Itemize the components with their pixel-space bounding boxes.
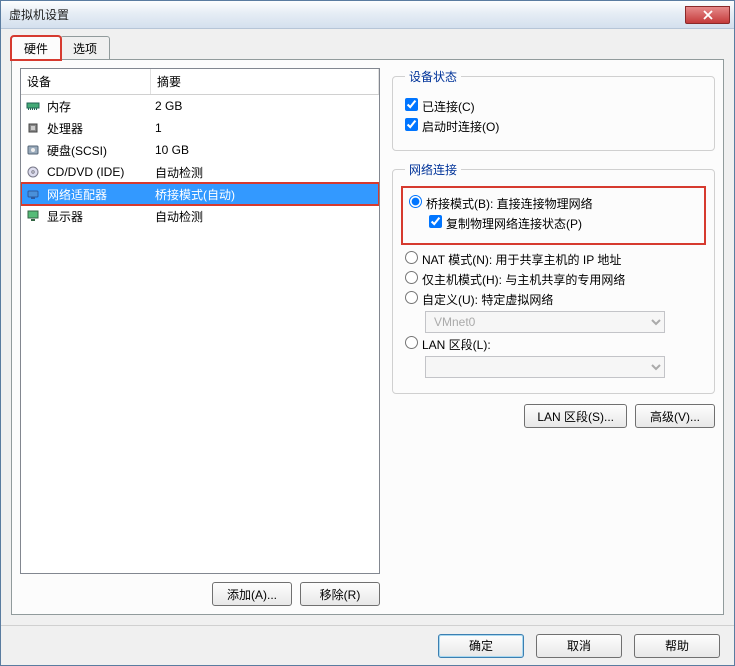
memory-icon	[25, 99, 41, 113]
lansegment-radio-label[interactable]: LAN 区段(L):	[405, 336, 491, 353]
network-connection-group: 网络连接 桥接模式(B): 直接连接物理网络 复制物理网络连接状态(P) NAT…	[392, 161, 715, 394]
device-row[interactable]: 显示器自动检测	[21, 205, 379, 227]
device-row[interactable]: 内存2 GB	[21, 95, 379, 117]
lansegment-select[interactable]	[425, 356, 665, 378]
tab-options[interactable]: 选项	[60, 36, 110, 60]
device-name: 显示器	[47, 208, 155, 225]
disk-icon	[25, 143, 41, 157]
advanced-button[interactable]: 高级(V)...	[635, 404, 715, 428]
header-device: 设备	[21, 69, 151, 94]
vmnet-select[interactable]: VMnet0	[425, 311, 665, 333]
close-icon	[703, 10, 713, 20]
remove-button[interactable]: 移除(R)	[300, 582, 380, 606]
display-icon	[25, 209, 41, 223]
device-row[interactable]: CD/DVD (IDE)自动检测	[21, 161, 379, 183]
device-summary: 10 GB	[155, 143, 375, 157]
network-extra-buttons: LAN 区段(S)... 高级(V)...	[392, 404, 715, 428]
device-summary: 桥接模式(自动)	[155, 186, 375, 203]
cancel-button[interactable]: 取消	[536, 634, 622, 658]
header-summary: 摘要	[151, 69, 379, 94]
poweron-checkbox[interactable]	[405, 118, 418, 131]
network-connection-legend: 网络连接	[405, 161, 461, 178]
hostonly-radio[interactable]	[405, 271, 418, 284]
tab-panel: 设备 摘要 内存2 GB处理器1硬盘(SCSI)10 GBCD/DVD (IDE…	[11, 59, 724, 615]
device-buttons: 添加(A)... 移除(R)	[20, 574, 380, 606]
help-button[interactable]: 帮助	[634, 634, 720, 658]
connected-checkbox[interactable]	[405, 98, 418, 111]
replicate-checkbox[interactable]	[429, 215, 442, 228]
device-summary: 自动检测	[155, 208, 375, 225]
bridged-highlight: 桥接模式(B): 直接连接物理网络 复制物理网络连接状态(P)	[401, 186, 706, 245]
connected-checkbox-label[interactable]: 已连接(C)	[405, 98, 475, 115]
device-list-header: 设备 摘要	[21, 69, 379, 95]
replicate-checkbox-label[interactable]: 复制物理网络连接状态(P)	[429, 215, 582, 232]
titlebar: 虚拟机设置	[1, 1, 734, 29]
device-name: 硬盘(SCSI)	[47, 142, 155, 159]
bridged-radio[interactable]	[409, 195, 422, 208]
device-name: 处理器	[47, 120, 155, 137]
device-summary: 1	[155, 121, 375, 135]
custom-radio[interactable]	[405, 291, 418, 304]
poweron-checkbox-label[interactable]: 启动时连接(O)	[405, 118, 499, 135]
hostonly-radio-label[interactable]: 仅主机模式(H): 与主机共享的专用网络	[405, 271, 625, 288]
cpu-icon	[25, 121, 41, 135]
device-list[interactable]: 设备 摘要 内存2 GB处理器1硬盘(SCSI)10 GBCD/DVD (IDE…	[20, 68, 380, 574]
dialog-body: 硬件 选项 设备 摘要 内存2 GB处理器1硬盘(SCSI)10 GBCD/DV…	[1, 29, 734, 625]
dialog-footer: 确定 取消 帮助	[1, 625, 734, 665]
lansegment-radio[interactable]	[405, 336, 418, 349]
device-status-group: 设备状态 已连接(C) 启动时连接(O)	[392, 68, 715, 151]
device-summary: 2 GB	[155, 99, 375, 113]
tab-strip: 硬件 选项	[11, 35, 724, 59]
bridged-radio-label[interactable]: 桥接模式(B): 直接连接物理网络	[409, 195, 593, 212]
device-summary: 自动检测	[155, 164, 375, 181]
device-name: CD/DVD (IDE)	[47, 165, 155, 179]
cd-icon	[25, 165, 41, 179]
device-name: 内存	[47, 98, 155, 115]
nat-radio-label[interactable]: NAT 模式(N): 用于共享主机的 IP 地址	[405, 251, 621, 268]
settings-window: 虚拟机设置 硬件 选项 设备 摘要 内存2 GB处理器1硬盘(SCSI)10 G…	[0, 0, 735, 666]
device-name: 网络适配器	[47, 186, 155, 203]
device-row[interactable]: 处理器1	[21, 117, 379, 139]
tab-hardware[interactable]: 硬件	[11, 36, 61, 60]
nat-radio[interactable]	[405, 251, 418, 264]
right-pane: 设备状态 已连接(C) 启动时连接(O) 网络连接 桥接模式(B): 直接连接物…	[392, 68, 715, 606]
network-icon	[25, 187, 41, 201]
left-pane: 设备 摘要 内存2 GB处理器1硬盘(SCSI)10 GBCD/DVD (IDE…	[20, 68, 380, 606]
device-row[interactable]: 网络适配器桥接模式(自动)	[21, 183, 379, 205]
window-title: 虚拟机设置	[9, 6, 685, 23]
add-button[interactable]: 添加(A)...	[212, 582, 292, 606]
ok-button[interactable]: 确定	[438, 634, 524, 658]
lan-segments-button[interactable]: LAN 区段(S)...	[524, 404, 627, 428]
device-row[interactable]: 硬盘(SCSI)10 GB	[21, 139, 379, 161]
close-button[interactable]	[685, 6, 730, 24]
custom-radio-label[interactable]: 自定义(U): 特定虚拟网络	[405, 291, 553, 308]
device-status-legend: 设备状态	[405, 68, 461, 85]
